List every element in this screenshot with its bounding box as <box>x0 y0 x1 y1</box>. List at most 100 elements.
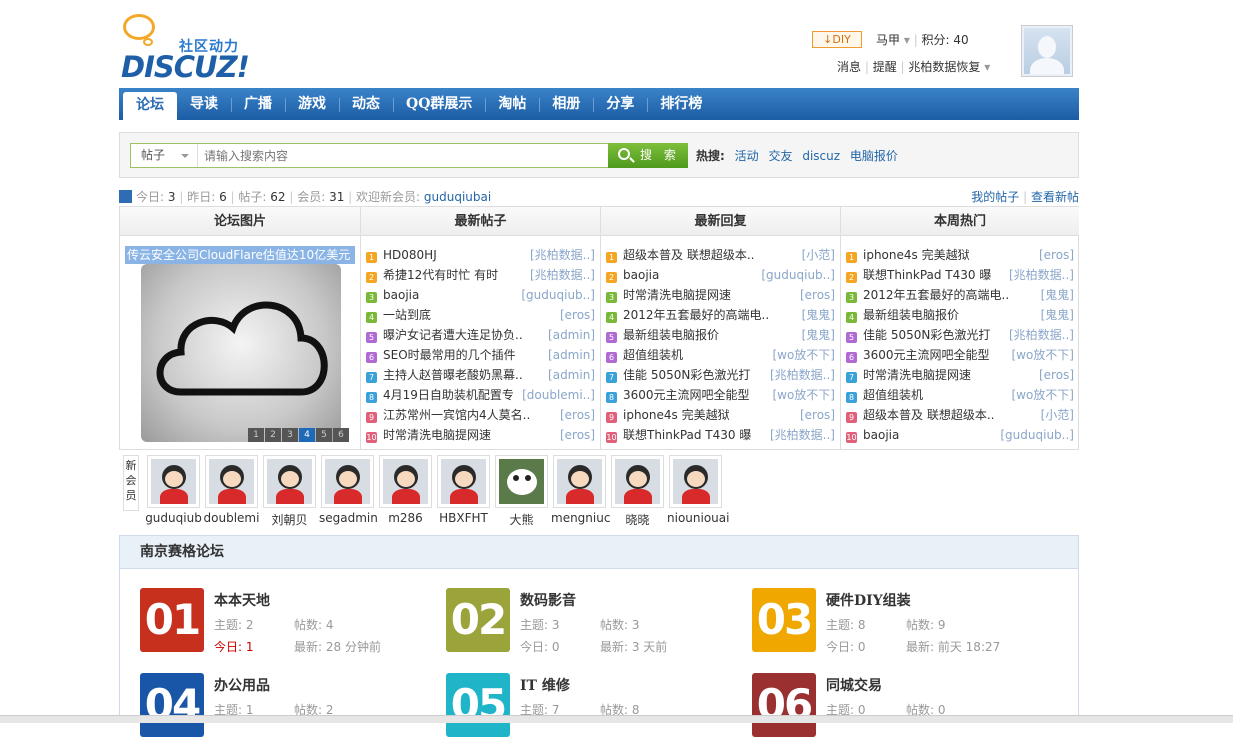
list-item[interactable]: 3 baojia [guduqiub..] <box>366 285 595 305</box>
post-title-link[interactable]: 最新组装电脑报价 <box>863 305 959 325</box>
discuz-logo[interactable]: 社区动力 DISCUZ! <box>119 12 259 84</box>
list-item[interactable]: 7 主持人赵普曝老酸奶黑幕.. [admin] <box>366 365 595 385</box>
diy-button[interactable]: ↓DIY <box>812 31 862 48</box>
cloud-image[interactable] <box>141 264 341 442</box>
nav-qqgroup[interactable]: QQ群展示 <box>393 88 485 120</box>
member-card[interactable]: 大熊 <box>493 455 550 528</box>
member-avatar[interactable] <box>321 455 374 508</box>
hot-tag[interactable]: discuz <box>802 149 840 163</box>
list-item[interactable]: 8 3600元主流网吧全能型 [wo放不下] <box>606 385 835 405</box>
member-name[interactable]: m286 <box>377 511 434 525</box>
author-link[interactable]: [eros] <box>560 405 595 425</box>
member-avatar[interactable] <box>437 455 490 508</box>
post-title-link[interactable]: 时常清洗电脑提网速 <box>383 425 491 445</box>
forum-name-link[interactable]: 数码影音 <box>520 590 576 610</box>
list-item[interactable]: 9 iphone4s 完美越狱 [eros] <box>606 405 835 425</box>
forum-name-link[interactable]: 同城交易 <box>826 675 882 695</box>
post-title-link[interactable]: 佳能 5050N彩色激光打 <box>863 325 990 345</box>
member-avatar[interactable] <box>263 455 316 508</box>
author-link[interactable]: [wo放不下] <box>1011 385 1074 405</box>
post-title-link[interactable]: 2012年五套最好的高端电.. <box>863 285 1009 305</box>
list-item[interactable]: 10 baojia [guduqiub..] <box>846 425 1074 445</box>
author-link[interactable]: [guduqiub..] <box>1000 425 1074 445</box>
post-title-link[interactable]: 时常清洗电脑提网速 <box>623 285 731 305</box>
list-item[interactable]: 2 希捷12代有时忙 有时 [兆柏数据..] <box>366 265 595 285</box>
nav-share[interactable]: 分享 <box>593 88 647 120</box>
list-item[interactable]: 3 时常清洗电脑提网速 [eros] <box>606 285 835 305</box>
author-link[interactable]: [admin] <box>548 325 595 345</box>
member-card[interactable]: guduqiub <box>145 455 202 525</box>
post-title-link[interactable]: SEO时最常用的几个插件 <box>383 345 516 365</box>
author-link[interactable]: [eros] <box>560 425 595 445</box>
slide-dot[interactable]: 6 <box>333 428 349 442</box>
slide-caption[interactable]: 传云安全公司CloudFlare估值达10亿美元 <box>125 246 355 264</box>
post-title-link[interactable]: 联想ThinkPad T430 曝 <box>623 425 751 445</box>
post-title-link[interactable]: 2012年五套最好的高端电.. <box>623 305 769 325</box>
slide-dot[interactable]: 3 <box>282 428 298 442</box>
member-avatar[interactable] <box>379 455 432 508</box>
member-avatar[interactable] <box>553 455 606 508</box>
list-item[interactable]: 6 超值组装机 [wo放不下] <box>606 345 835 365</box>
author-link[interactable]: [兆柏数据..] <box>1009 265 1074 285</box>
nav-taotie[interactable]: 淘帖 <box>485 88 539 120</box>
member-avatar[interactable] <box>669 455 722 508</box>
nav-guide[interactable]: 导读 <box>177 88 231 120</box>
member-card[interactable]: doublemi <box>203 455 260 525</box>
author-link[interactable]: [wo放不下] <box>772 345 835 365</box>
member-card[interactable]: segadmin <box>319 455 378 525</box>
forum-item[interactable]: 01 本本天地 主题: 2 帖数: 4 今日: 1 最新: 28 分钟前 <box>140 588 440 658</box>
author-link[interactable]: [admin] <box>548 345 595 365</box>
author-link[interactable]: [eros] <box>800 285 835 305</box>
post-title-link[interactable]: 联想ThinkPad T430 曝 <box>863 265 991 285</box>
list-item[interactable]: 8 4月19日自助装机配置专 [doublemi..] <box>366 385 595 405</box>
forum-item[interactable]: 05 IT 维修 主题: 7 帖数: 8 <box>446 673 746 743</box>
author-link[interactable]: [wo放不下] <box>772 385 835 405</box>
nav-ranking[interactable]: 排行榜 <box>647 88 715 120</box>
list-item[interactable]: 1 超级本普及 联想超级本.. [小范] <box>606 245 835 265</box>
post-title-link[interactable]: baojia <box>383 285 419 305</box>
forum-number-icon[interactable]: 02 <box>446 588 510 652</box>
forum-title[interactable]: 南京赛格论坛 <box>120 536 1078 569</box>
list-item[interactable]: 7 佳能 5050N彩色激光打 [兆柏数据..] <box>606 365 835 385</box>
forum-name-link[interactable]: IT 维修 <box>520 675 570 695</box>
forum-number-icon[interactable]: 05 <box>446 673 510 737</box>
forum-number-icon[interactable]: 01 <box>140 588 204 652</box>
post-title-link[interactable]: baojia <box>623 265 659 285</box>
forum-number-icon[interactable]: 06 <box>752 673 816 737</box>
author-link[interactable]: [eros] <box>800 405 835 425</box>
member-name[interactable]: HBXFHT <box>435 511 492 525</box>
avatar[interactable] <box>1021 25 1073 77</box>
list-item[interactable]: 9 超级本普及 联想超级本.. [小范] <box>846 405 1074 425</box>
member-name[interactable]: segadmin <box>319 511 378 525</box>
post-title-link[interactable]: 一站到底 <box>383 305 431 325</box>
author-link[interactable]: [鬼鬼] <box>1041 305 1074 325</box>
post-title-link[interactable]: iphone4s 完美越狱 <box>623 405 730 425</box>
forum-item[interactable]: 04 办公用品 主题: 1 帖数: 2 <box>140 673 440 743</box>
forum-item[interactable]: 03 硬件DIY组装 主题: 8 帖数: 9 今日: 0 最新: 前天 18:27 <box>752 588 1052 658</box>
list-item[interactable]: 1 HD080HJ [兆柏数据..] <box>366 245 595 265</box>
member-name[interactable]: niouniouai <box>667 511 729 525</box>
post-title-link[interactable]: 最新组装电脑报价 <box>623 325 719 345</box>
search-input[interactable] <box>198 144 606 167</box>
last-post[interactable]: 最新: 前天 18:27 <box>906 638 1000 655</box>
member-card[interactable]: mengniuc <box>551 455 610 525</box>
author-link[interactable]: [doublemi..] <box>522 385 595 405</box>
post-title-link[interactable]: 时常清洗电脑提网速 <box>863 365 971 385</box>
member-card[interactable]: niouniouai <box>667 455 729 525</box>
member-name[interactable]: 晓晓 <box>609 511 666 528</box>
member-card[interactable]: 晓晓 <box>609 455 666 528</box>
author-link[interactable]: [鬼鬼] <box>802 325 835 345</box>
author-link[interactable]: [鬼鬼] <box>802 305 835 325</box>
list-item[interactable]: 4 最新组装电脑报价 [鬼鬼] <box>846 305 1074 325</box>
member-card[interactable]: m286 <box>377 455 434 525</box>
list-item[interactable]: 3 2012年五套最好的高端电.. [鬼鬼] <box>846 285 1074 305</box>
post-title-link[interactable]: 超级本普及 联想超级本.. <box>623 245 754 265</box>
author-link[interactable]: [小范] <box>802 245 835 265</box>
nav-album[interactable]: 相册 <box>539 88 593 120</box>
member-card[interactable]: 刘朝贝 <box>261 455 318 528</box>
notices-link[interactable]: 提醒 <box>873 60 897 74</box>
recovery-link[interactable]: 兆柏数据恢复 <box>908 60 980 74</box>
list-item[interactable]: 2 联想ThinkPad T430 曝 [兆柏数据..] <box>846 265 1074 285</box>
author-link[interactable]: [guduqiub..] <box>521 285 595 305</box>
list-item[interactable]: 6 3600元主流网吧全能型 [wo放不下] <box>846 345 1074 365</box>
